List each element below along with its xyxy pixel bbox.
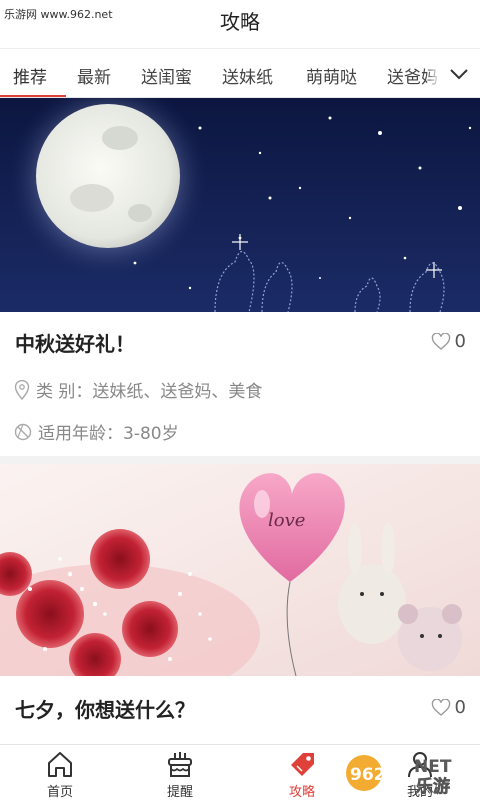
nav-guides[interactable]: 攻略 [262,749,342,800]
chevron-down-icon [450,68,468,79]
logo-text-number: 962 [350,765,386,785]
nav-reminder[interactable]: 提醒 [140,749,220,800]
category-tabs: 推荐 最新 送闺蜜 送妹纸 萌萌哒 送爸妈 [0,48,480,98]
age-icon [14,423,32,440]
site-logo-watermark: 962 NET 乐游 [342,750,474,797]
tab-cute[interactable]: 萌萌哒 [306,63,357,88]
age-row: 适用年龄：3-80岁 [14,419,179,444]
logo-watermark-image: 962 NET 乐游 [346,755,452,797]
tab-for-girls[interactable]: 送妹纸 [222,63,273,88]
like-count: 0 [454,331,466,352]
tab-latest[interactable]: 最新 [77,63,111,88]
roses-balloon-image: love [0,464,480,676]
cake-icon [168,752,192,777]
card-title[interactable]: 七夕，你想送什么？ [15,694,195,723]
logo-text-cn: 乐游 [416,776,450,796]
site-watermark: 乐游网 www.962.net [4,8,113,21]
balloon-text: love [268,510,305,531]
article-card[interactable]: love 七夕，你想送什么？ 0 [0,464,480,744]
card-separator [0,456,480,464]
card-banner-image[interactable] [0,98,480,312]
like-count: 0 [454,697,466,718]
heart-outline-icon [431,698,450,716]
category-row: 类 别：送妹纸、送爸妈、美食 [14,377,262,402]
category-text: 类 别：送妹纸、送爸妈、美食 [36,382,263,402]
tabs-expand-button[interactable] [438,49,480,97]
card-title[interactable]: 中秋送好礼！ [15,328,135,357]
card-banner-image[interactable]: love [0,464,480,676]
moon-night-image [0,98,480,312]
nav-label: 提醒 [166,785,193,800]
tag-icon [291,753,314,776]
location-pin-icon [14,379,30,400]
logo-text-net: NET [414,757,452,777]
article-card[interactable]: 中秋送好礼！ 0 类 别：送妹纸、送爸妈、美食 适用年龄：3-80岁 [0,98,480,462]
age-text: 适用年龄：3-80岁 [38,424,179,444]
heart-outline-icon [431,332,450,350]
like-button[interactable]: 0 [431,331,466,352]
tab-for-bestie[interactable]: 送闺蜜 [141,63,192,88]
nav-label: 攻略 [288,785,315,800]
nav-home[interactable]: 首页 [20,749,100,800]
tab-recommend[interactable]: 推荐 [13,63,47,88]
nav-label: 首页 [46,785,73,800]
home-icon [48,752,72,777]
like-button[interactable]: 0 [431,697,466,718]
